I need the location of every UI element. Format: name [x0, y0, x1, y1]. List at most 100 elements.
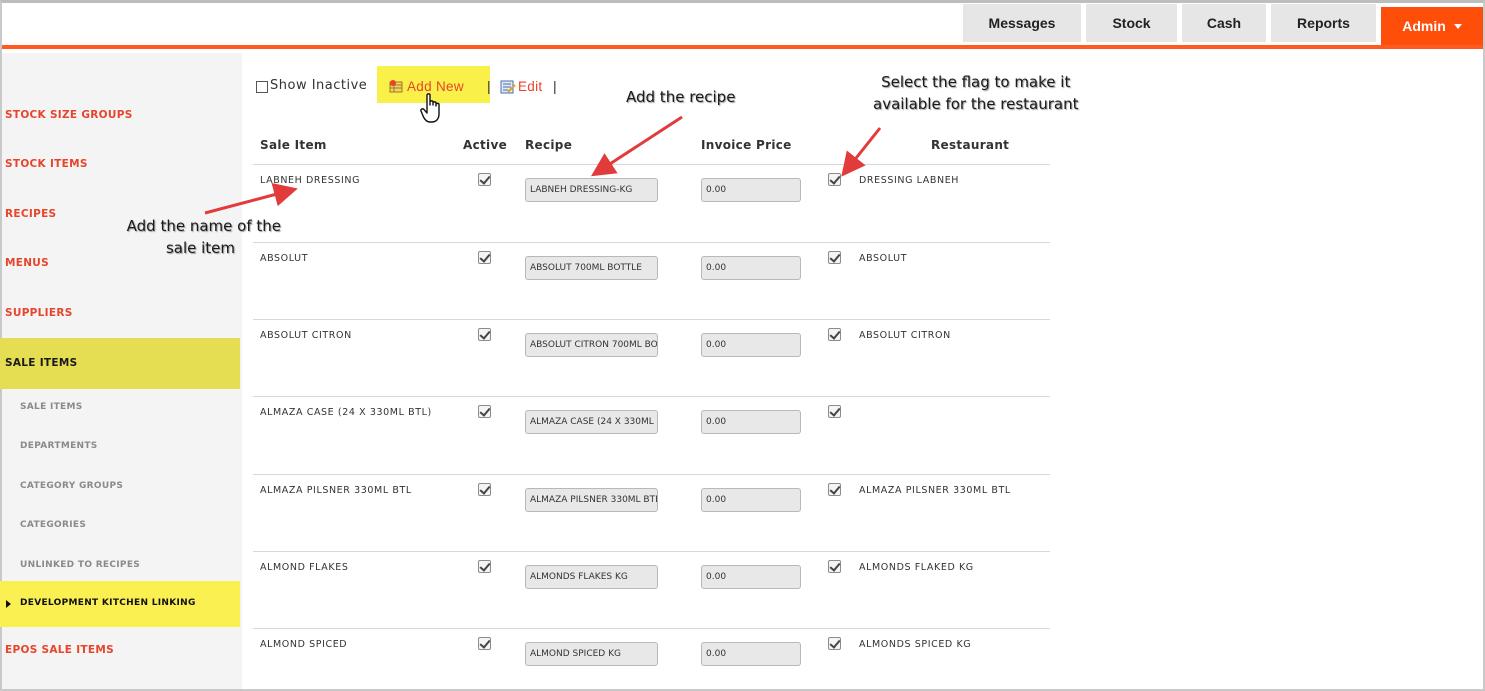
sidebar-subitem-label: DEVELOPMENT KITCHEN LINKING [20, 598, 196, 608]
restaurant-name: DRESSING LABNEH [859, 175, 960, 186]
chevron-down-icon [1453, 23, 1462, 29]
sidebar-subitem-categories[interactable]: CATEGORIES [0, 518, 240, 534]
column-header-recipe: Recipe [525, 138, 573, 152]
nav-admin-label: Admin [1402, 18, 1446, 34]
show-inactive-checkbox[interactable] [256, 81, 268, 93]
sidebar-item-stock-items[interactable]: STOCK ITEMS [0, 154, 240, 174]
sale-item-name: ABSOLUT CITRON [260, 330, 352, 341]
active-checkbox[interactable] [478, 251, 491, 264]
toolbar-separator: | [553, 78, 557, 94]
row-divider [253, 474, 1050, 475]
recipe-input[interactable]: ALMONDS FLAKES KG [525, 565, 658, 589]
sidebar-item-label: SALE ITEMS [5, 357, 78, 369]
restaurant-name: ABSOLUT [859, 253, 908, 264]
row-divider [253, 242, 1050, 243]
header-divider [253, 164, 1050, 165]
sidebar-item-label: STOCK ITEMS [5, 158, 88, 170]
annotation-line: Select the flag to make it [881, 73, 1071, 91]
nav-reports[interactable]: Reports [1271, 4, 1376, 42]
active-checkbox[interactable] [478, 405, 491, 418]
sidebar-subitem-unlinked-to-recipes[interactable]: UNLINKED TO RECIPES [0, 558, 240, 574]
recipe-input[interactable]: LABNEH DRESSING-KG [525, 178, 658, 202]
active-checkbox[interactable] [478, 328, 491, 341]
sidebar-subitem-departments[interactable]: DEPARTMENTS [0, 439, 240, 455]
sidebar-item-label: STOCK SIZE GROUPS [5, 109, 133, 121]
sidebar-item-label: MENUS [5, 257, 49, 269]
show-inactive-label: Show Inactive [270, 78, 368, 93]
annotation-add-recipe: Add the recipe [626, 88, 736, 106]
invoice-price-input[interactable]: 0.00 [701, 565, 801, 589]
sidebar-subitem-label: UNLINKED TO RECIPES [20, 560, 141, 570]
active-checkbox[interactable] [478, 637, 491, 650]
recipe-input[interactable]: ALMAZA PILSNER 330ML BTL [525, 488, 658, 512]
sidebar-item-epos-sale-items[interactable]: EPOS SALE ITEMS [0, 640, 240, 660]
add-new-label: Add New [407, 79, 464, 94]
restaurant-checkbox[interactable] [828, 637, 841, 650]
restaurant-checkbox[interactable] [828, 251, 841, 264]
restaurant-checkbox[interactable] [828, 328, 841, 341]
row-divider [253, 396, 1050, 397]
invoice-price-input[interactable]: 0.00 [701, 488, 801, 512]
invoice-price-input[interactable]: 0.00 [701, 333, 801, 357]
recipe-input[interactable]: ABSOLUT CITRON 700ML BOT [525, 333, 658, 357]
restaurant-checkbox[interactable] [828, 405, 841, 418]
column-header-active: Active [463, 138, 508, 152]
restaurant-checkbox[interactable] [828, 483, 841, 496]
invoice-price-input[interactable]: 0.00 [701, 410, 801, 434]
hand-cursor-icon [420, 93, 440, 123]
column-header-invoice-price: Invoice Price [701, 138, 792, 152]
sidebar-subitem-sale-items[interactable]: SALE ITEMS [0, 400, 240, 416]
recipe-input[interactable]: ABSOLUT 700ML BOTTLE [525, 256, 658, 280]
sidebar-item-sale-items[interactable]: SALE ITEMS [0, 338, 240, 389]
sale-item-name: ALMAZA CASE (24 X 330ML BTL) [260, 407, 432, 418]
restaurant-name: ABSOLUT CITRON [859, 330, 951, 341]
restaurant-name: ALMONDS SPICED KG [859, 639, 972, 650]
restaurant-checkbox[interactable] [828, 173, 841, 186]
sidebar-item-label: SUPPLIERS [5, 307, 73, 319]
toolbar-separator: | [487, 78, 491, 94]
caret-right-icon [6, 600, 11, 608]
row-divider [253, 551, 1050, 552]
restaurant-name: ALMONDS FLAKED KG [859, 562, 974, 573]
sidebar-subitem-label: SALE ITEMS [20, 402, 83, 412]
add-new-icon [389, 79, 403, 92]
recipe-input[interactable]: ALMAZA CASE (24 X 330ML B [525, 410, 658, 434]
row-divider [253, 628, 1050, 629]
sidebar-subitem-label: DEPARTMENTS [20, 441, 98, 451]
sale-item-name: LABNEH DRESSING [260, 175, 361, 186]
sidebar-item-stock-size-groups[interactable]: STOCK SIZE GROUPS [0, 105, 240, 125]
sale-item-name: ALMOND FLAKES [260, 562, 349, 573]
sidebar-item-suppliers[interactable]: SUPPLIERS [0, 303, 240, 323]
recipe-input[interactable]: ALMOND SPICED KG [525, 642, 658, 666]
active-checkbox[interactable] [478, 483, 491, 496]
restaurant-name: ALMAZA PILSNER 330ML BTL [859, 485, 1011, 496]
invoice-price-input[interactable]: 0.00 [701, 642, 801, 666]
restaurant-checkbox[interactable] [828, 560, 841, 573]
annotation-line: available for the restaurant [873, 95, 1079, 113]
active-checkbox[interactable] [478, 560, 491, 573]
column-header-sale-item: Sale Item [260, 138, 327, 152]
sidebar-item-label: EPOS SALE ITEMS [5, 644, 114, 656]
nav-admin[interactable]: Admin [1381, 7, 1483, 45]
nav-stock[interactable]: Stock [1086, 4, 1177, 42]
sidebar-subitem-label: CATEGORIES [20, 520, 87, 530]
edit-label: Edit [518, 79, 543, 94]
invoice-price-input[interactable]: 0.00 [701, 256, 801, 280]
annotation-select-flag: Select the flag to make it available for… [873, 71, 1078, 115]
sale-item-name: ALMAZA PILSNER 330ML BTL [260, 485, 412, 496]
annotation-add-name: Add the name of the sale item [118, 215, 281, 259]
nav-messages[interactable]: Messages [963, 4, 1081, 42]
active-checkbox[interactable] [478, 173, 491, 186]
sidebar-subitem-development-kitchen-linking[interactable]: DEVELOPMENT KITCHEN LINKING [0, 581, 240, 627]
invoice-price-input[interactable]: 0.00 [701, 178, 801, 202]
edit-button[interactable]: Edit [500, 79, 542, 94]
annotation-line: sale item [165, 239, 235, 257]
sidebar-subitem-label: CATEGORY GROUPS [20, 481, 124, 491]
sidebar-item-label: RECIPES [5, 208, 57, 220]
nav-cash[interactable]: Cash [1182, 4, 1266, 42]
sale-item-name: ALMOND SPICED [260, 639, 348, 650]
sidebar-subitem-category-groups[interactable]: CATEGORY GROUPS [0, 479, 240, 495]
row-divider [253, 319, 1050, 320]
annotation-line: Add the name of the [126, 217, 281, 235]
add-new-button[interactable]: Add New [389, 79, 464, 94]
